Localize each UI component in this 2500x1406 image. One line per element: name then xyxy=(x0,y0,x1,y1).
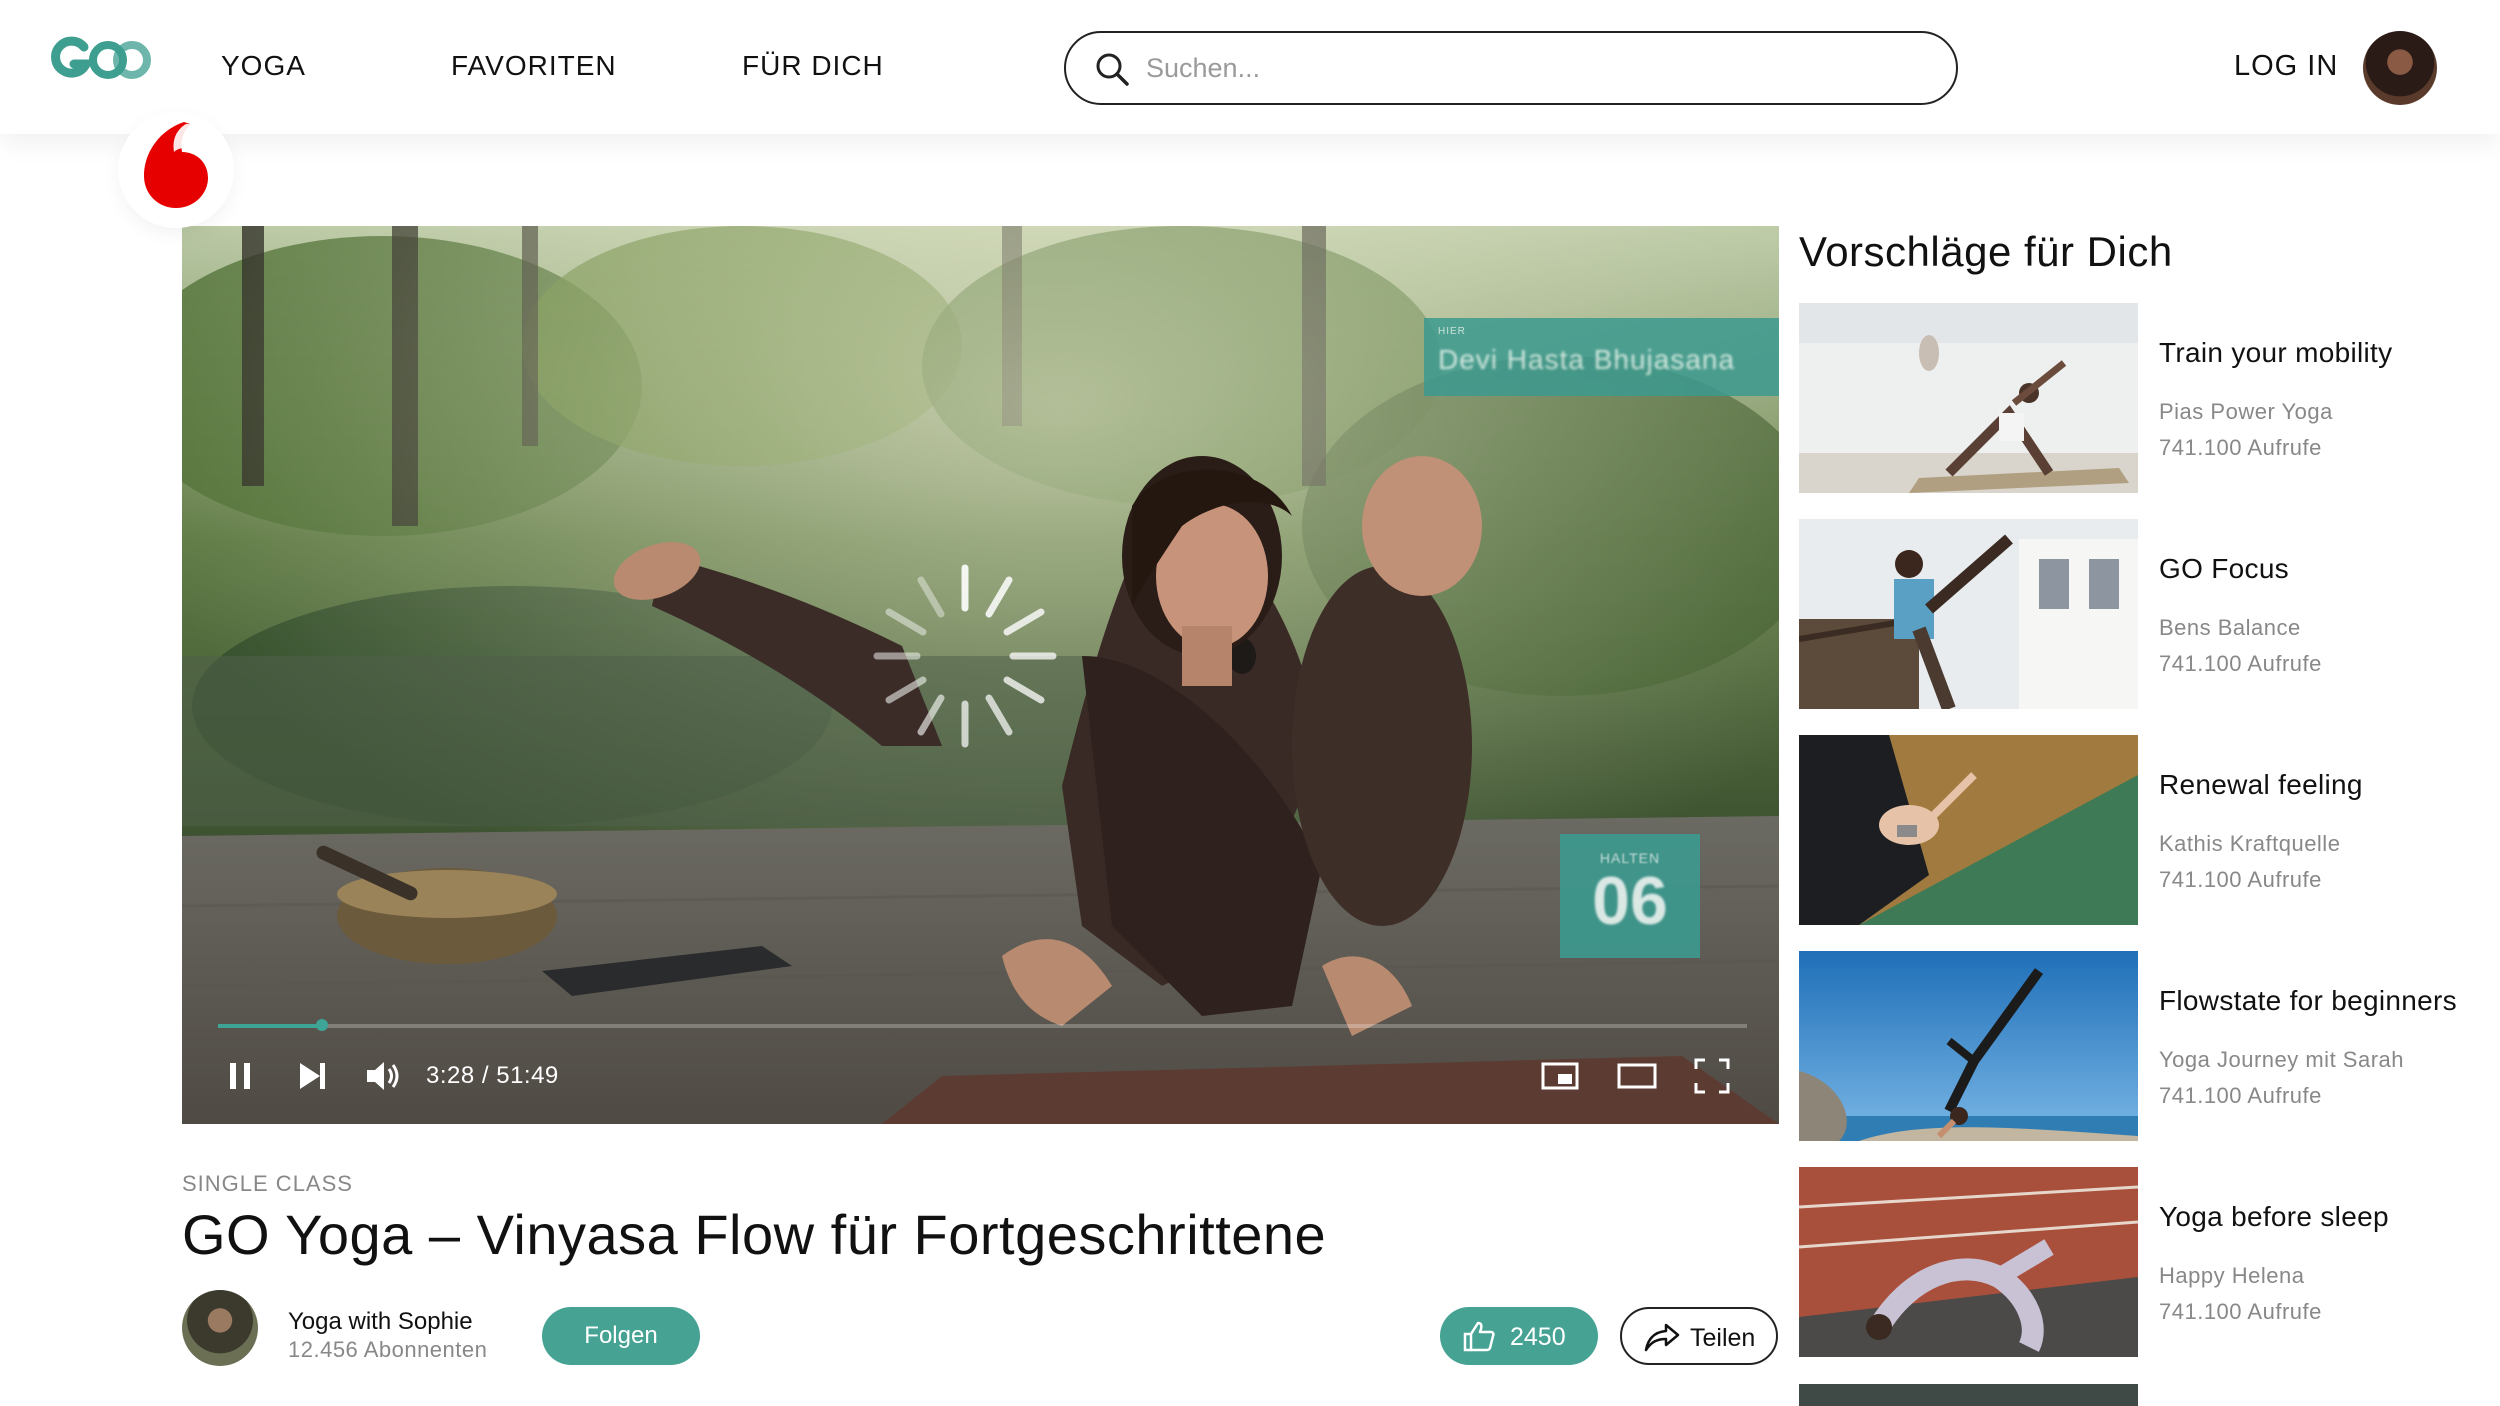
suggestion-views: 741.100 Aufrufe xyxy=(2159,435,2322,460)
video-progress-bar[interactable] xyxy=(218,1019,1747,1031)
suggestion-thumbnail[interactable] xyxy=(1799,303,2138,493)
search-bar[interactable] xyxy=(1064,31,1958,105)
theater-mode-icon[interactable] xyxy=(1617,1056,1657,1096)
hold-counter-value: 06 xyxy=(1592,863,1668,939)
suggestion-channel[interactable]: Yoga Journey mit Sarah xyxy=(2159,1047,2404,1073)
share-icon xyxy=(1644,1323,1680,1352)
pose-overlay-label: HIER xyxy=(1438,326,1466,337)
suggestion-views: 741.100 Aufrufe xyxy=(2159,867,2322,892)
nav-favoriten[interactable]: FAVORITEN xyxy=(451,50,617,82)
suggestion-channel[interactable]: Pias Power Yoga xyxy=(2159,399,2333,425)
video-category: SINGLE CLASS xyxy=(182,1171,353,1196)
pose-name-text: Devi Hasta Bhujasana xyxy=(1438,344,1736,375)
hold-counter: HALTEN 06 xyxy=(1560,834,1700,958)
suggestion-channel[interactable]: Bens Balance xyxy=(2159,615,2301,641)
suggestion-card[interactable]: Renewal feeling Kathis Kraftquelle 741.1… xyxy=(1799,735,2459,925)
fullscreen-icon[interactable] xyxy=(1692,1056,1732,1096)
channel-subscribers: 12.456 Abonnenten xyxy=(288,1337,488,1362)
suggestion-channel[interactable]: Kathis Kraftquelle xyxy=(2159,831,2340,857)
playback-time: 3:28 / 51:49 xyxy=(426,1062,559,1089)
user-avatar[interactable] xyxy=(2363,31,2437,105)
video-player[interactable]: HIER Devi Hasta Bhujasana HALTEN 06 3:28… xyxy=(182,226,1779,1124)
share-button[interactable]: Teilen xyxy=(1620,1307,1778,1365)
suggestion-title[interactable]: GO Focus xyxy=(2159,553,2289,585)
volume-icon[interactable] xyxy=(362,1056,402,1096)
video-title: GO Yoga – Vinyasa Flow für Fortgeschritt… xyxy=(182,1203,1327,1266)
suggestion-thumbnail[interactable] xyxy=(1799,1167,2138,1357)
thumbs-up-icon xyxy=(1463,1321,1495,1352)
suggestion-card[interactable]: GO Focus Bens Balance 741.100 Aufrufe xyxy=(1799,519,2459,709)
suggestion-title[interactable]: Renewal feeling xyxy=(2159,769,2363,801)
like-count: 2450 xyxy=(1510,1323,1566,1351)
skip-next-icon[interactable] xyxy=(292,1056,332,1096)
suggestion-thumbnail-partial[interactable] xyxy=(1799,1384,2138,1406)
follow-button[interactable]: Folgen xyxy=(542,1307,700,1365)
channel-avatar[interactable] xyxy=(182,1290,258,1366)
suggestion-thumbnail[interactable] xyxy=(1799,735,2138,925)
search-input[interactable] xyxy=(1146,47,1906,89)
suggestion-title[interactable]: Yoga before sleep xyxy=(2159,1201,2389,1233)
go-logo[interactable] xyxy=(48,34,152,86)
pause-icon[interactable] xyxy=(220,1056,260,1096)
suggestions-heading: Vorschläge für Dich xyxy=(1799,228,2173,275)
suggestion-views: 741.100 Aufrufe xyxy=(2159,1299,2322,1324)
login-link[interactable]: LOG IN xyxy=(2234,50,2338,83)
suggestion-thumbnail[interactable] xyxy=(1799,951,2138,1141)
progress-fill xyxy=(218,1024,322,1028)
suggestion-title[interactable]: Flowstate for beginners xyxy=(2159,985,2457,1017)
suggestion-views: 741.100 Aufrufe xyxy=(2159,651,2322,676)
suggestion-card[interactable]: Flowstate for beginners Yoga Journey mit… xyxy=(1799,951,2459,1141)
top-header: YOGA FAVORITEN FÜR DICH LOG IN xyxy=(0,0,2500,134)
like-button[interactable]: 2450 xyxy=(1440,1307,1598,1365)
suggestion-views: 741.100 Aufrufe xyxy=(2159,1083,2322,1108)
progress-scrubber[interactable] xyxy=(315,1019,328,1031)
suggestion-channel[interactable]: Happy Helena xyxy=(2159,1263,2304,1289)
suggestion-thumbnail[interactable] xyxy=(1799,519,2138,709)
suggestion-card[interactable]: Train your mobility Pias Power Yoga 741.… xyxy=(1799,303,2459,493)
pose-name-overlay: HIER Devi Hasta Bhujasana xyxy=(1424,318,1779,396)
progress-track[interactable] xyxy=(218,1024,1747,1028)
suggestion-card[interactable]: Yoga before sleep Happy Helena 741.100 A… xyxy=(1799,1167,2459,1357)
channel-name[interactable]: Yoga with Sophie xyxy=(288,1308,473,1336)
loading-spinner-icon xyxy=(873,564,1057,748)
miniplayer-icon[interactable] xyxy=(1540,1056,1580,1096)
vodafone-logo xyxy=(144,122,208,208)
nav-fuer-dich[interactable]: FÜR DICH xyxy=(742,50,884,82)
search-icon[interactable] xyxy=(1094,51,1130,87)
nav-yoga[interactable]: YOGA xyxy=(221,50,306,82)
share-label: Teilen xyxy=(1690,1324,1756,1352)
suggestion-title[interactable]: Train your mobility xyxy=(2159,337,2392,369)
